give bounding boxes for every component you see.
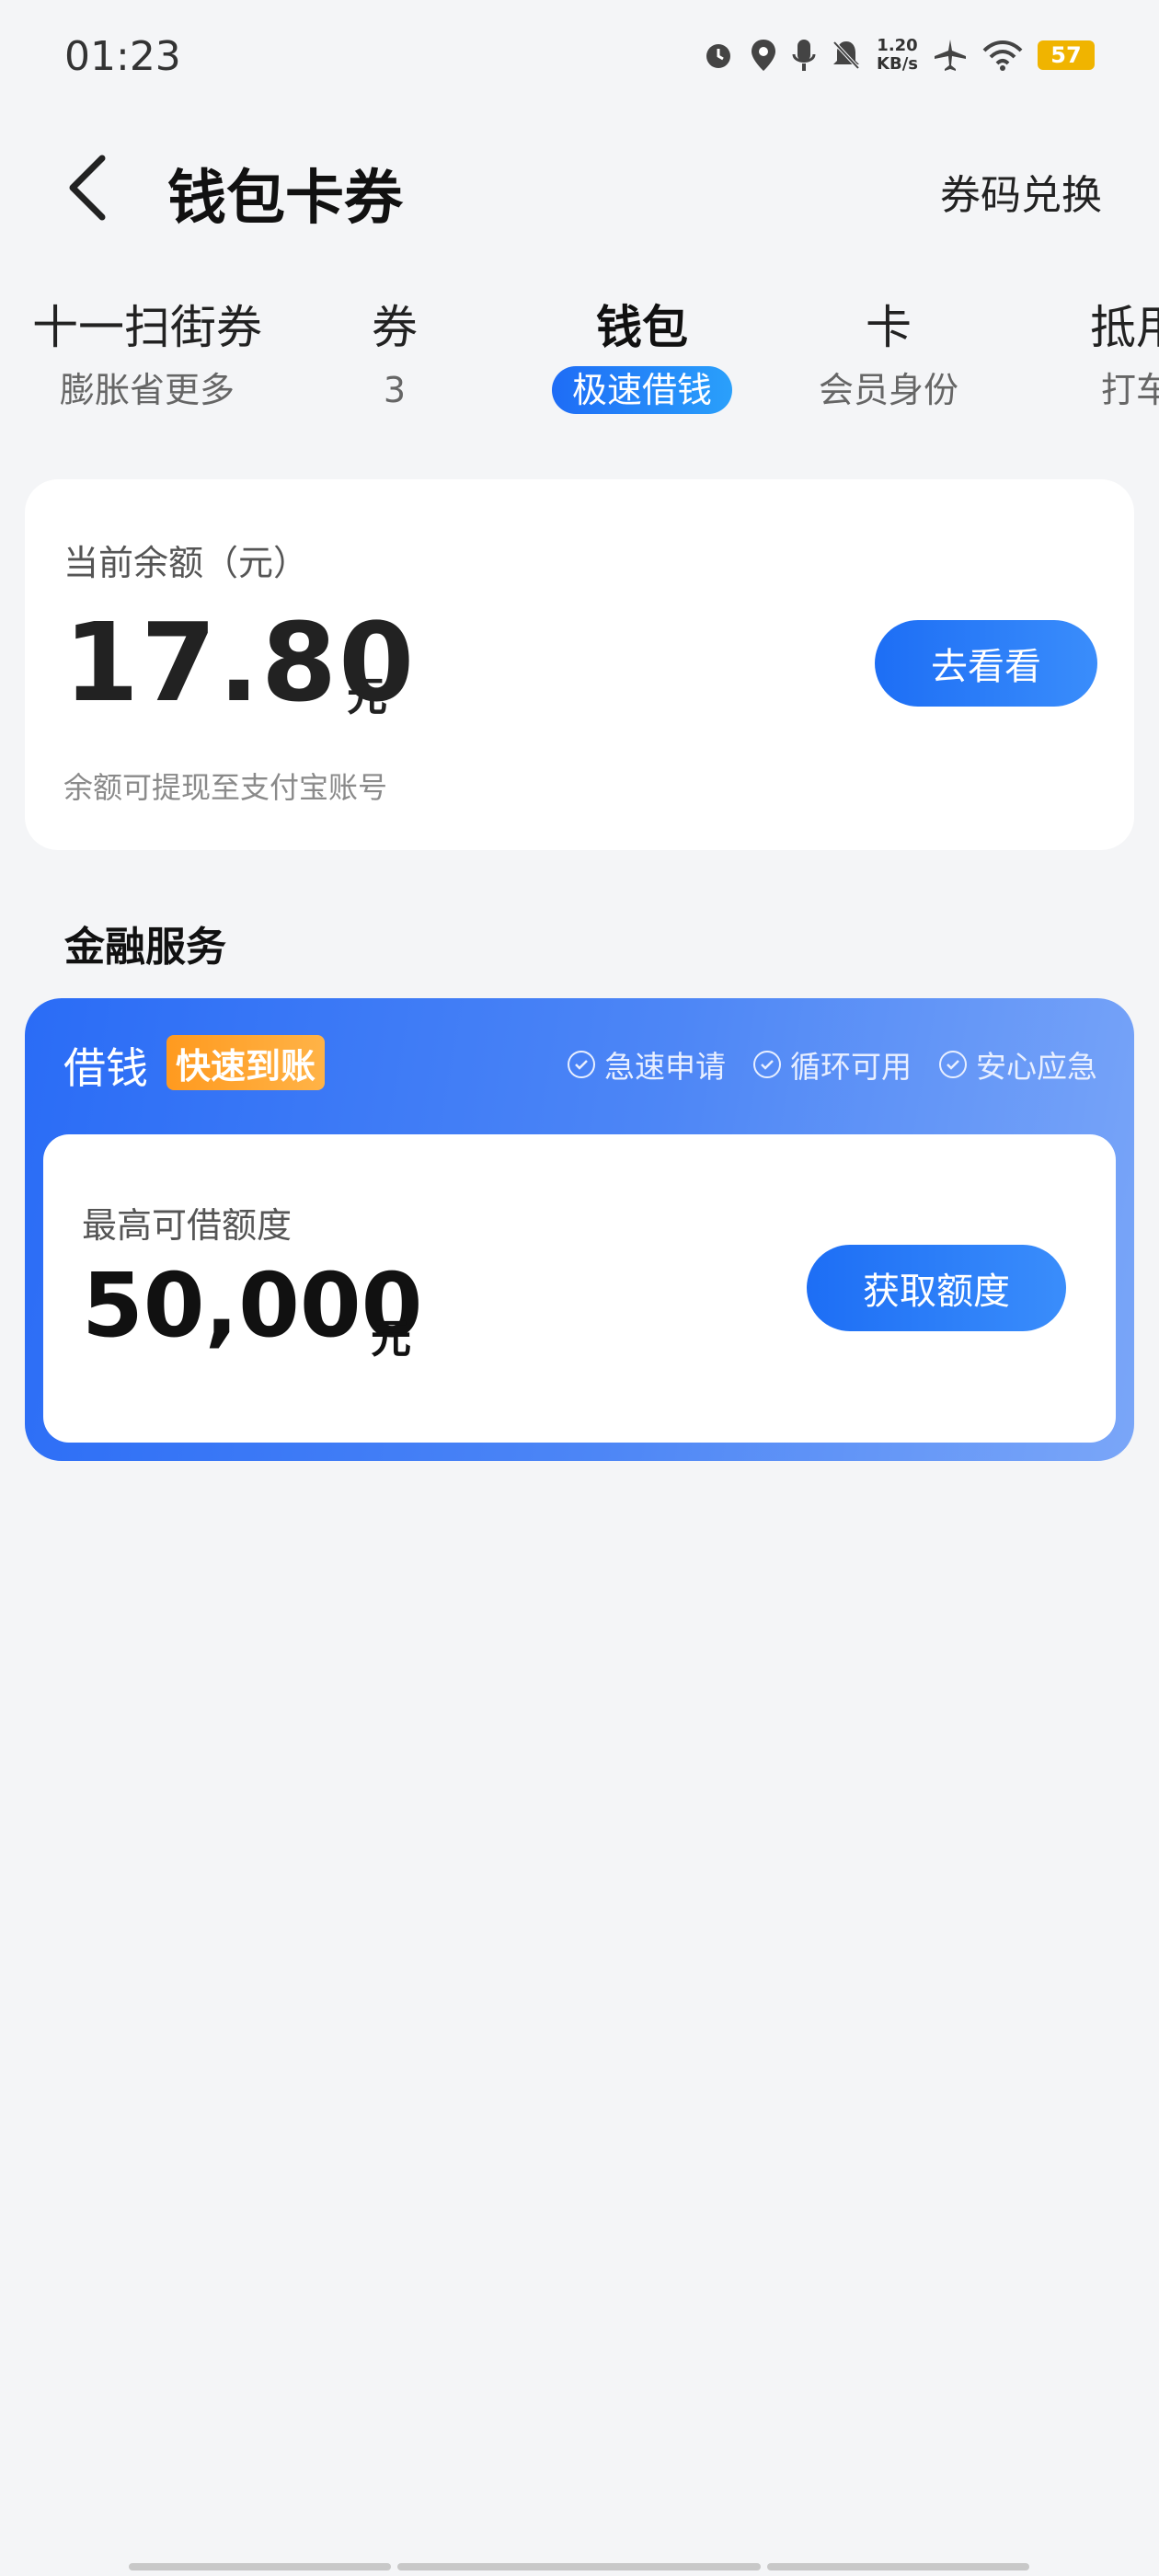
tab-vouchers[interactable]: 抵用 打车: [1090, 294, 1159, 414]
feature-label: 急速申请: [604, 1049, 726, 1085]
feature-label: 循环可用: [790, 1049, 912, 1085]
balance-unit: 元: [347, 673, 387, 720]
tab-title: 卡: [865, 301, 912, 354]
page-title: 钱包卡券: [167, 165, 403, 233]
loan-features: 急速申请 循环可用 安心应急: [568, 1042, 1097, 1087]
nav-indicator: [397, 2563, 761, 2570]
feature-item: 急速申请: [568, 1042, 726, 1087]
tab-bar: 十一扫街券 膨胀省更多 券 3 钱包 极速借钱 卡 会员身份 抵用 打车: [0, 294, 1159, 423]
nav-indicator: [129, 2563, 391, 2570]
network-speed: 1.20 KB/s: [877, 36, 918, 74]
battery-icon: 57: [1038, 40, 1095, 70]
get-limit-button[interactable]: 获取额度: [807, 1245, 1066, 1331]
alarm-icon: [702, 39, 735, 72]
status-time: 01:23: [64, 33, 181, 80]
tab-title: 钱包: [595, 301, 688, 354]
tab-coupons[interactable]: 券 3: [372, 294, 418, 414]
loan-title: 借钱: [63, 1043, 148, 1093]
header: 钱包卡券 券码兑换: [0, 138, 1159, 239]
tab-wallet[interactable]: 钱包 极速借钱: [551, 294, 733, 414]
tab-cards[interactable]: 卡 会员身份: [819, 294, 958, 414]
balance-label: 当前余额（元）: [63, 543, 309, 583]
tab-title: 十一扫街券: [32, 301, 262, 354]
limit-label: 最高可借额度: [82, 1205, 293, 1246]
tab-title: 抵用: [1090, 301, 1159, 354]
check-circle-icon: [753, 1051, 781, 1078]
balance-note: 余额可提现至支付宝账号: [63, 770, 388, 805]
section-title-finance: 金融服务: [64, 924, 226, 971]
back-button[interactable]: [55, 153, 120, 226]
microphone-icon: [792, 38, 816, 73]
check-circle-icon: [568, 1051, 595, 1078]
balance-card: 当前余额（元） 17.80 元 余额可提现至支付宝账号 去看看: [25, 479, 1134, 850]
check-circle-icon: [939, 1051, 967, 1078]
redeem-code-link[interactable]: 券码兑换: [940, 162, 1102, 221]
tab-subtitle: 打车: [1100, 370, 1159, 410]
tab-subtitle: 膨胀省更多: [59, 370, 235, 410]
bell-muted-icon: [831, 39, 862, 72]
loan-limit-panel: 最高可借额度 50,000 元 获取额度: [43, 1134, 1116, 1443]
feature-item: 循环可用: [753, 1042, 912, 1087]
tab-badge: 极速借钱: [551, 366, 733, 414]
tab-subtitle: 会员身份: [818, 370, 959, 410]
fast-arrival-badge: 快速到账: [166, 1035, 326, 1090]
feature-item: 安心应急: [939, 1042, 1097, 1087]
location-icon: [750, 38, 777, 73]
status-bar: 01:23 1.20 KB/s 57: [0, 0, 1159, 129]
airplane-icon: [933, 38, 968, 73]
chevron-left-icon: [67, 155, 108, 224]
status-icons: 1.20 KB/s 57: [702, 37, 1095, 74]
wifi-icon: [982, 40, 1023, 71]
tab-coupon-street[interactable]: 十一扫街券 膨胀省更多: [32, 294, 262, 414]
limit-unit: 元: [371, 1316, 411, 1363]
loan-card[interactable]: 借钱 快速到账 急速申请 循环可用 安心应急 最高可借额度 50,000 元 获…: [25, 998, 1134, 1461]
feature-label: 安心应急: [976, 1049, 1097, 1085]
tab-title: 券: [372, 301, 418, 354]
view-balance-button[interactable]: 去看看: [875, 620, 1097, 707]
nav-indicator: [767, 2563, 1029, 2570]
tab-subtitle: 3: [383, 370, 407, 410]
